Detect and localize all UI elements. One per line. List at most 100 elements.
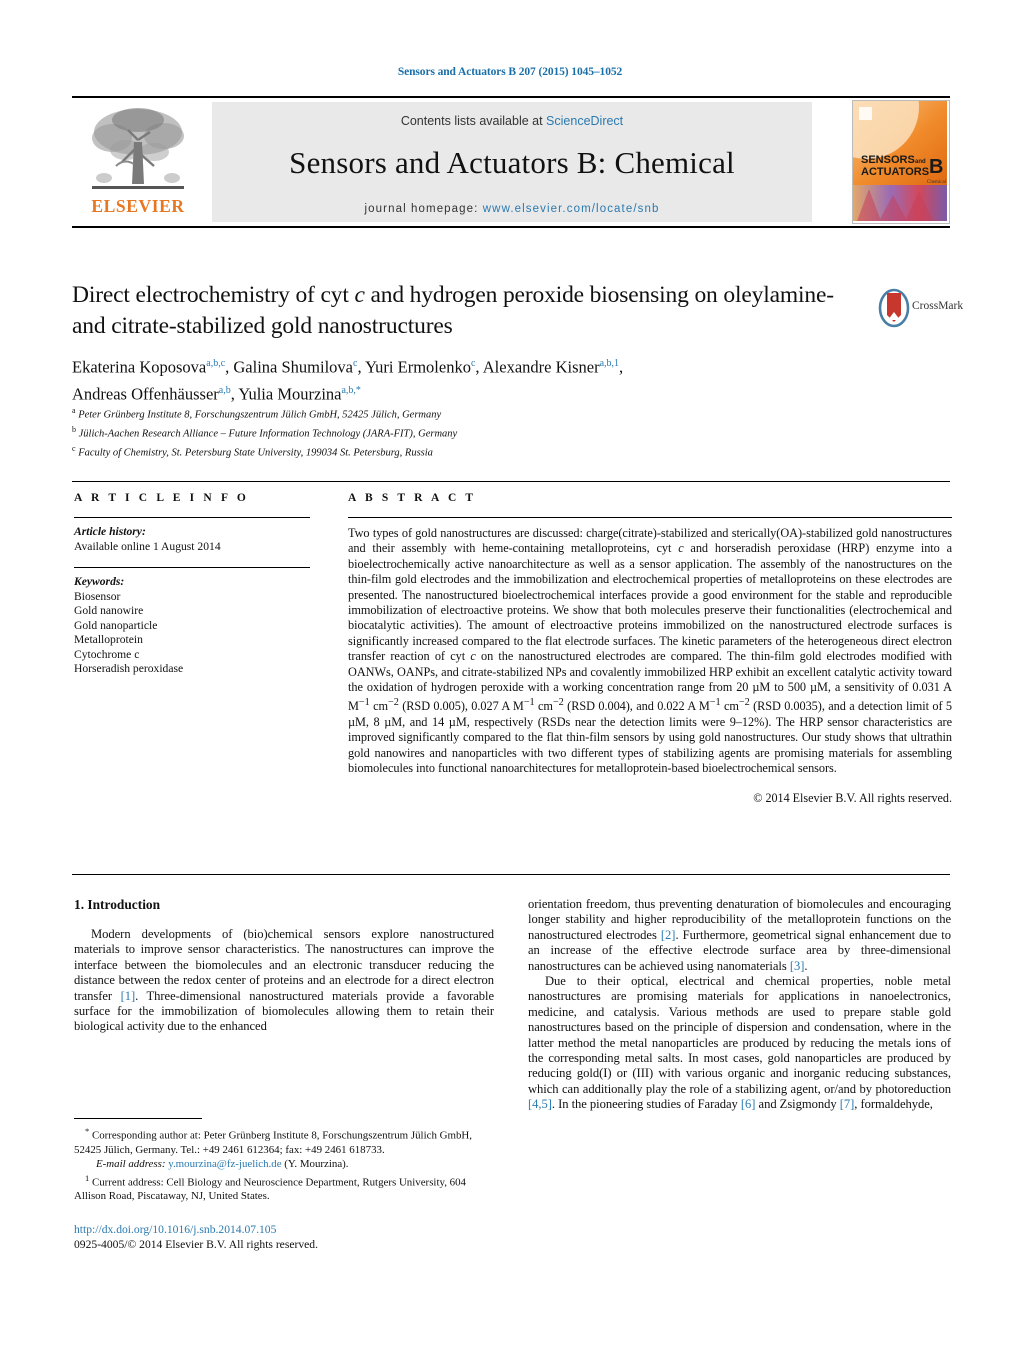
- abs-seg: cm: [720, 699, 739, 714]
- keywords-block: Keywords: Biosensor Gold nanowire Gold n…: [74, 575, 310, 677]
- svg-text:Chemical: Chemical: [927, 180, 947, 185]
- introduction-heading: 1. Introduction: [74, 897, 161, 912]
- abs-seg: and horseradish peroxidase (HRP) enzyme …: [348, 541, 952, 664]
- current-address-text: Current address: Cell Biology and Neuros…: [74, 1176, 466, 1203]
- abstract-section: A B S T R A C T Two types of gold nanost…: [348, 492, 952, 806]
- email-label: E-mail address:: [96, 1157, 166, 1170]
- corresponding-author-note: * Corresponding author at: Peter Grünber…: [74, 1124, 494, 1157]
- doi-link[interactable]: http://dx.doi.org/10.1016/j.snb.2014.07.…: [74, 1223, 276, 1236]
- abs-sup: −1: [709, 697, 721, 709]
- current-address-note: 1 Current address: Cell Biology and Neur…: [74, 1171, 494, 1204]
- email-note: E-mail address: y.mourzina@fz-juelich.de…: [74, 1157, 494, 1171]
- author-name: Yulia Mourzina: [238, 384, 342, 403]
- info-rule-mid: [74, 567, 310, 568]
- body-column-left: 1. Introduction Modern developments of (…: [74, 897, 494, 1035]
- author-marks: a,b,1: [599, 358, 620, 369]
- author-name: Galina Shumilova: [233, 357, 353, 377]
- abstract-text: Two types of gold nanostructures are dis…: [348, 526, 952, 777]
- info-rule-top: [74, 517, 310, 518]
- abstract-rule: [348, 517, 952, 518]
- intro-paragraph-right-2: Due to their optical, electrical and che…: [528, 974, 951, 1113]
- para-seg: , formaldehyde,: [854, 1097, 933, 1112]
- footnote-divider: [74, 1118, 202, 1119]
- abs-sup: −1: [358, 697, 370, 709]
- author-marks: a,b,*: [341, 384, 361, 396]
- citation-ref-1[interactable]: [1]: [121, 989, 136, 1003]
- article-history: Article history: Available online 1 Augu…: [74, 525, 310, 554]
- affiliation-mark: c: [72, 444, 76, 453]
- para-seg: Due to their optical, electrical and che…: [528, 974, 951, 1096]
- divider-below-abstract: [72, 874, 950, 875]
- affiliation-item: a Peter Grünberg Institute 8, Forschungs…: [72, 404, 872, 423]
- keyword-item: Gold nanowire: [74, 604, 144, 617]
- abstract-copyright: © 2014 Elsevier B.V. All rights reserved…: [753, 790, 952, 805]
- intro-paragraph-left: Modern developments of (bio)chemical sen…: [74, 927, 494, 1035]
- running-head: Sensors and Actuators B 207 (2015) 1045–…: [397, 66, 623, 78]
- elsevier-wordmark: ELSEVIER: [91, 196, 185, 216]
- para-seg: . Three-dimensional nanostructured mater…: [74, 988, 494, 1034]
- page-title: Direct electrochemistry of cyt c and hyd…: [72, 280, 862, 342]
- journal-homepage-link[interactable]: www.elsevier.com/locate/snb: [483, 203, 660, 215]
- divider-above-abstract: [72, 481, 950, 482]
- abs-seg: cm: [369, 699, 389, 714]
- affiliation-item: b Jülich-Aachen Research Alliance – Futu…: [72, 423, 872, 442]
- crossmark-icon: [878, 288, 910, 328]
- footnote-block: * Corresponding author at: Peter Grünber…: [74, 1124, 494, 1203]
- svg-text:B: B: [929, 156, 943, 178]
- svg-text:ACTUATORS: ACTUATORS: [861, 166, 929, 178]
- abs-seg: cm: [534, 699, 553, 714]
- elsevier-logo: ELSEVIER: [74, 102, 202, 222]
- crossmark-badge[interactable]: CrossMark: [878, 288, 963, 332]
- citation-ref-6[interactable]: [6]: [741, 1097, 756, 1111]
- affiliation-list: a Peter Grünberg Institute 8, Forschungs…: [72, 404, 872, 461]
- body-column-right: orientation freedom, thus preventing den…: [528, 897, 951, 1113]
- para-seg: .: [804, 958, 808, 973]
- abs-sup: −2: [552, 697, 564, 709]
- abstract-heading: A B S T R A C T: [348, 492, 477, 504]
- keyword-item: Gold nanoparticle: [74, 618, 158, 632]
- svg-text:and: and: [915, 159, 926, 165]
- article-history-label: Article history:: [74, 525, 146, 538]
- author-marks: c: [470, 358, 476, 369]
- article-info-section: A R T I C L E I N F O Article history: A…: [74, 492, 310, 677]
- abs-seg: (RSD 0.005), 0.027 A M: [398, 699, 524, 714]
- journal-cover-thumbnail: SENSORS and ACTUATORS B Chemical: [852, 100, 950, 224]
- affiliation-mark: b: [72, 425, 76, 434]
- keyword-item: Horseradish peroxidase: [74, 662, 184, 675]
- email-link[interactable]: y.mourzina@fz-juelich.de: [168, 1158, 281, 1170]
- homepage-prefix: journal homepage:: [364, 203, 483, 215]
- corresponding-text: Corresponding author at: Peter Grünberg …: [74, 1129, 472, 1156]
- keyword-item: Metalloprotein: [74, 633, 143, 646]
- author-name: Ekaterina Koposova: [72, 357, 207, 377]
- para-seg: . In the pioneering studies of Faraday: [551, 1097, 741, 1112]
- title-text-a: Direct electrochemistry of cyt: [72, 282, 355, 308]
- para-seg: and Zsigmondy: [755, 1097, 840, 1112]
- journal-title: Sensors and Actuators B: Chemical: [289, 145, 735, 180]
- citation-ref-4-5[interactable]: [4,5]: [528, 1097, 552, 1111]
- author-marks: a,b: [218, 384, 231, 396]
- sciencedirect-link[interactable]: ScienceDirect: [546, 114, 623, 128]
- abs-sup: −1: [523, 697, 535, 709]
- crossmark-label: CrossMark: [912, 300, 964, 312]
- contents-prefix: Contents lists available at: [400, 114, 547, 128]
- citation-ref-3[interactable]: [3]: [790, 959, 805, 973]
- citation-ref-2[interactable]: [2]: [661, 928, 676, 942]
- svg-text:SENSORS: SENSORS: [861, 154, 915, 166]
- journal-masthead: ELSEVIER Contents lists available at Sci…: [72, 96, 950, 228]
- elsevier-tree-icon: [92, 108, 184, 189]
- author-name: Alexandre Kisner: [482, 357, 600, 377]
- title-italic-c: c: [354, 282, 365, 308]
- author-name: Andreas Offenhäusser: [72, 384, 219, 403]
- citation-ref-7[interactable]: [7]: [840, 1097, 855, 1111]
- email-suffix: (Y. Mourzina).: [281, 1157, 349, 1170]
- keyword-item: Biosensor: [74, 589, 121, 603]
- intro-paragraph-right-1: orientation freedom, thus preventing den…: [528, 897, 951, 974]
- abs-seg: (RSD 0.004), and 0.022 A M: [563, 699, 710, 714]
- affiliation-mark: a: [72, 406, 76, 415]
- abs-sup: −2: [388, 697, 399, 709]
- affiliation-text: Peter Grünberg Institute 8, Forschungsze…: [78, 409, 442, 421]
- author-marks: c: [353, 358, 358, 369]
- article-history-value: Available online 1 August 2014: [74, 539, 221, 553]
- affiliation-text: Jülich-Aachen Research Alliance – Future…: [78, 428, 458, 440]
- paper-page: Sensors and Actuators B 207 (2015) 1045–…: [0, 0, 1020, 1351]
